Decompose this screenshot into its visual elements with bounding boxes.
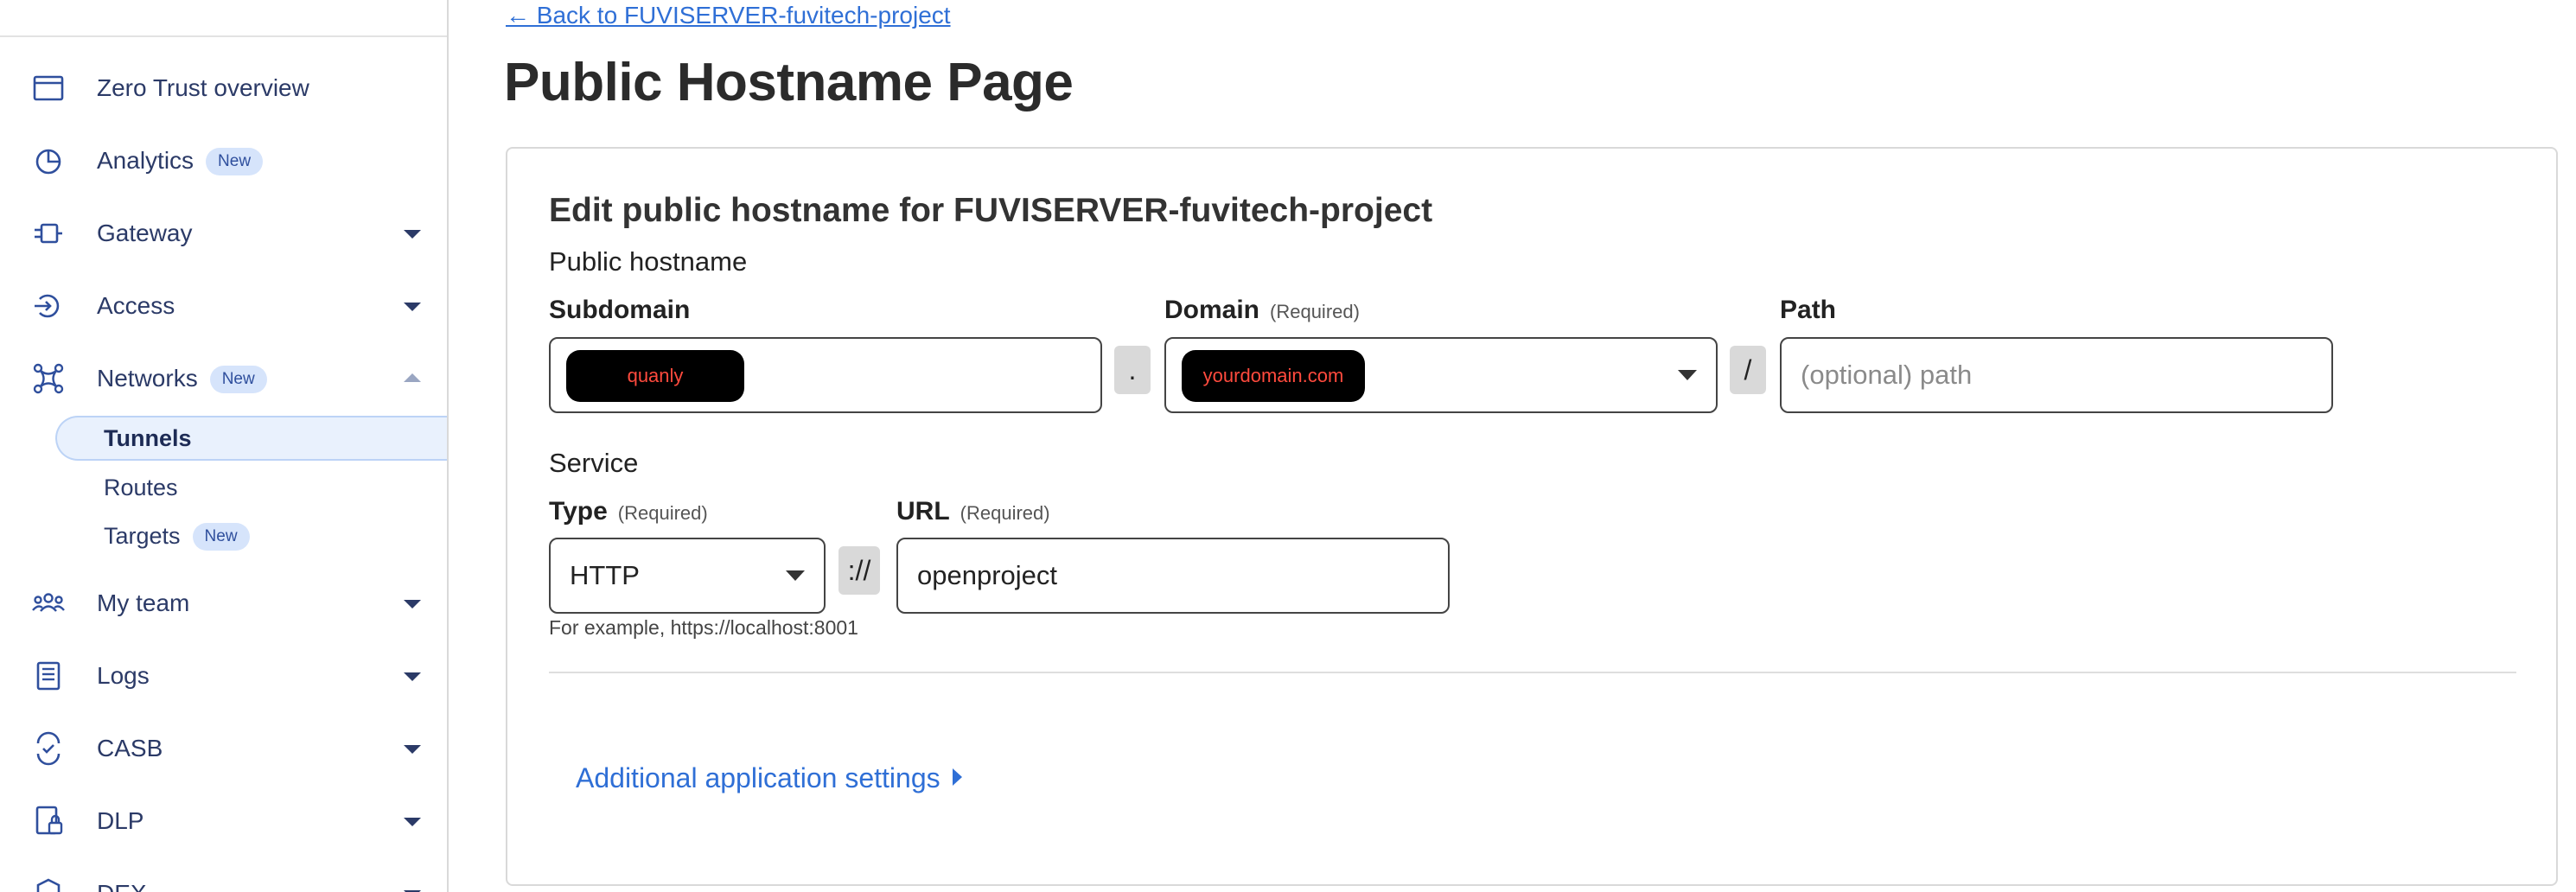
card-title: Edit public hostname for FUVISERVER-fuvi…	[549, 192, 1433, 229]
sidebar-item-zero-trust-overview[interactable]: Zero Trust overview	[0, 61, 447, 115]
sidebar-item-label: DLP	[97, 807, 144, 834]
sidebar: Zero Trust overview Analytics New Gateway…	[0, 0, 449, 892]
required-marker: (Required)	[617, 502, 708, 524]
service-url-value: openproject	[917, 560, 1058, 590]
sidebar-item-label: My team	[97, 589, 190, 616]
sidebar-item-label: Networks	[97, 365, 198, 392]
subdomain-value-pill: quanly	[566, 350, 744, 402]
sidebar-subitem-targets[interactable]: Targets New	[55, 513, 447, 558]
sidebar-subitem-label: Targets	[104, 523, 181, 549]
subdomain-input[interactable]: quanly	[549, 337, 1102, 413]
chevron-down-icon	[1678, 370, 1697, 380]
sidebar-subitem-label: Routes	[104, 475, 178, 500]
chevron-down-icon[interactable]	[404, 818, 421, 826]
team-icon	[31, 586, 66, 621]
path-input[interactable]: (optional) path	[1780, 337, 2333, 413]
sidebar-item-dex[interactable]: DEX	[0, 867, 447, 892]
service-type-value: HTTP	[570, 560, 640, 590]
sidebar-subitem-label: Tunnels	[104, 425, 192, 451]
url-label: URL (Required)	[896, 497, 1050, 526]
sidebar-item-label: Zero Trust overview	[97, 74, 309, 101]
new-badge: New	[209, 366, 267, 393]
dlp-icon	[31, 804, 66, 838]
sidebar-item-gateway[interactable]: Gateway	[0, 207, 447, 260]
sidebar-item-networks[interactable]: Networks New	[0, 352, 447, 405]
required-marker: (Required)	[1270, 301, 1360, 322]
domain-label-text: Domain	[1164, 296, 1260, 324]
sidebar-subitem-tunnels[interactable]: Tunnels	[55, 416, 447, 461]
chevron-down-icon[interactable]	[404, 600, 421, 608]
pie-chart-icon	[31, 143, 66, 178]
sidebar-item-label: CASB	[97, 735, 163, 761]
service-type-select[interactable]: HTTP	[549, 538, 826, 614]
new-badge: New	[206, 148, 264, 175]
chevron-up-icon[interactable]	[404, 373, 421, 382]
additional-settings-toggle[interactable]: Additional application settings	[576, 762, 962, 794]
sidebar-item-label-wrap: Networks New	[97, 365, 267, 393]
service-url-input[interactable]: openproject	[896, 538, 1450, 614]
scheme-separator: ://	[838, 546, 880, 595]
sidebar-subitem-routes[interactable]: Routes	[55, 465, 447, 510]
access-icon	[31, 289, 66, 323]
required-marker: (Required)	[960, 502, 1050, 524]
sidebar-item-label: DEX	[97, 880, 147, 892]
browser-window-icon	[31, 71, 66, 105]
sidebar-item-access[interactable]: Access	[0, 279, 447, 333]
domain-select[interactable]: yourdomain.com	[1164, 337, 1718, 413]
gateway-icon	[31, 216, 66, 251]
sidebar-item-casb[interactable]: CASB	[0, 722, 447, 775]
sidebar-item-label: Logs	[97, 662, 150, 689]
sidebar-item-label-wrap: Analytics New	[97, 147, 264, 175]
type-label: Type (Required)	[549, 497, 708, 526]
chevron-down-icon[interactable]	[404, 745, 421, 754]
path-label-text: Path	[1780, 296, 1837, 324]
chevron-down-icon[interactable]	[404, 303, 421, 311]
slash-separator: /	[1730, 346, 1766, 394]
url-example-hint: For example, https://localhost:8001	[549, 616, 858, 639]
domain-label: Domain (Required)	[1164, 296, 1360, 325]
domain-value-pill: yourdomain.com	[1182, 350, 1365, 402]
chevron-down-icon	[786, 570, 805, 581]
sidebar-item-analytics[interactable]: Analytics New	[0, 134, 447, 188]
dex-icon	[31, 876, 66, 892]
new-badge: New	[192, 523, 250, 551]
subdomain-label-text: Subdomain	[549, 296, 691, 324]
url-label-text: URL	[896, 497, 950, 526]
sidebar-item-label: Analytics	[97, 147, 194, 174]
type-label-text: Type	[549, 497, 608, 526]
sidebar-item-label: Access	[97, 292, 175, 319]
public-hostname-section-label: Public hostname	[549, 246, 748, 277]
chevron-right-icon	[952, 768, 962, 786]
back-to-tunnel-link[interactable]: ← Back to FUVISERVER-fuvitech-project	[506, 2, 951, 29]
sidebar-item-dlp[interactable]: DLP	[0, 794, 447, 848]
chevron-down-icon[interactable]	[404, 672, 421, 681]
page-title: Public Hostname Page	[504, 53, 1074, 112]
additional-settings-label: Additional application settings	[576, 762, 940, 793]
sidebar-item-my-team[interactable]: My team	[0, 577, 447, 630]
sidebar-item-logs[interactable]: Logs	[0, 649, 447, 703]
sidebar-item-label: Gateway	[97, 220, 193, 246]
casb-icon	[31, 731, 66, 766]
section-divider	[549, 672, 2516, 673]
network-icon	[31, 361, 66, 396]
service-section-label: Service	[549, 448, 639, 478]
dot-separator: .	[1114, 346, 1151, 394]
sidebar-subitem-label-wrap: Targets New	[104, 523, 250, 551]
chevron-down-icon[interactable]	[404, 230, 421, 239]
sidebar-divider	[0, 35, 447, 37]
logs-icon	[31, 659, 66, 693]
path-placeholder: (optional) path	[1801, 360, 1973, 390]
subdomain-label: Subdomain	[549, 296, 690, 325]
path-label: Path	[1780, 296, 1836, 325]
